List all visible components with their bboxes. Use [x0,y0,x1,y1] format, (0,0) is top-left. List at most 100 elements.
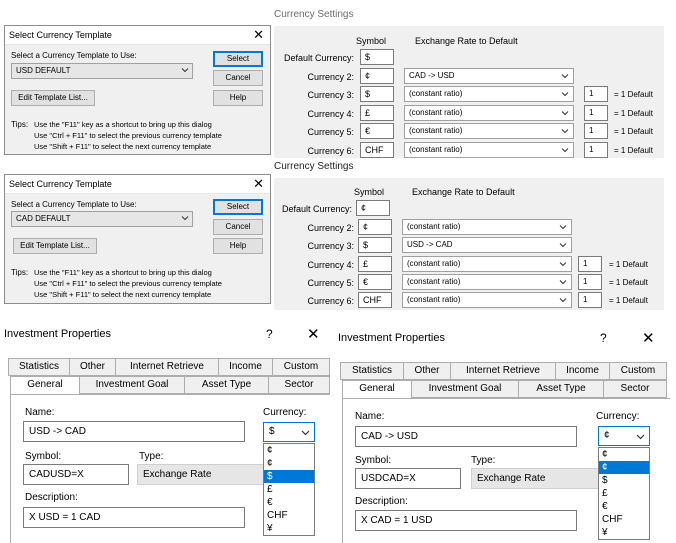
close-icon[interactable]: ✕ [253,176,264,192]
currency-select[interactable]: $ [263,422,315,442]
currency-symbol-input[interactable]: £ [360,105,394,121]
exchange-rate-select[interactable]: (constant ratio) [402,274,572,290]
tab-general[interactable]: General [10,376,80,395]
close-icon[interactable]: ✕ [253,27,264,43]
name-input[interactable]: USD -> CAD [23,421,245,442]
tab-custom[interactable]: Custom [609,362,667,380]
tab-statistics[interactable]: Statistics [8,358,70,376]
currency-option[interactable]: ¢ [264,444,314,457]
help-icon[interactable]: ? [266,327,273,341]
default-symbol-input[interactable]: ¢ [356,200,390,216]
symbol-header: Symbol [354,187,385,197]
select-button[interactable]: Select [213,51,263,67]
close-icon[interactable]: ✕ [642,329,655,347]
cancel-button[interactable]: Cancel [213,219,263,235]
description-input[interactable]: X CAD = 1 USD [355,510,577,531]
currency-option[interactable]: ¢ [264,457,314,470]
exchange-rate-select[interactable]: (constant ratio) [404,105,574,121]
currency-option[interactable]: ¢ [599,448,649,461]
default-symbol-input[interactable]: $ [360,49,394,65]
close-icon[interactable]: ✕ [307,325,320,343]
currency-option[interactable]: € [264,496,314,509]
currency-symbol-input[interactable]: € [360,123,394,139]
edit-template-list-button[interactable]: Edit Template List... [13,238,97,254]
currency-symbol-input[interactable]: $ [360,86,394,102]
template-select[interactable]: USD DEFAULT [11,63,193,79]
currency-symbol-input[interactable]: € [358,274,392,290]
ratio-input[interactable]: 1 [584,142,608,158]
tab-asset-type[interactable]: Asset Type [518,380,604,398]
template-select[interactable]: CAD DEFAULT [11,211,193,227]
currency-option-selected[interactable]: $ [264,470,314,483]
ratio-input[interactable]: 1 [578,292,602,308]
exchange-rate-select[interactable]: (constant ratio) [402,256,572,272]
help-button[interactable]: Help [213,90,263,106]
symbol-input[interactable]: CADUSD=X [23,464,129,485]
currency-option[interactable]: $ [599,474,649,487]
ratio-suffix: = 1 Default [614,146,653,155]
tab-other[interactable]: Other [69,358,116,376]
currency-row-label: Currency 3: [307,90,354,100]
description-input[interactable]: X USD = 1 CAD [23,507,245,528]
currency-symbol-input[interactable]: £ [358,256,392,272]
ratio-input[interactable]: 1 [584,86,608,102]
exchange-rate-select[interactable]: (constant ratio) [404,123,574,139]
tip-line: Use "Shift + F11" to select the next cur… [34,290,212,299]
currency-symbol-input[interactable]: ¢ [360,68,394,84]
select-button[interactable]: Select [213,199,263,215]
currency-option[interactable]: £ [264,483,314,496]
tab-investment-goal[interactable]: Investment Goal [411,380,519,398]
cancel-button[interactable]: Cancel [213,70,263,86]
tab-sector[interactable]: Sector [268,376,330,394]
exchange-rate-select[interactable]: CAD -> USD [404,68,574,84]
type-select[interactable]: Exchange Rate [137,464,267,485]
help-button[interactable]: Help [213,238,263,254]
currency-option[interactable]: ¥ [599,526,649,539]
currency-option[interactable]: ¥ [264,522,314,535]
tab-income[interactable]: Income [555,362,610,380]
tab-internet-retrieve[interactable]: Internet Retrieve [115,358,219,376]
name-input[interactable]: CAD -> USD [355,426,577,447]
currency-option-selected[interactable]: ¢ [599,461,649,474]
ratio-suffix: = 1 Default [614,90,653,99]
edit-template-list-button[interactable]: Edit Template List... [11,90,95,106]
exchange-rate-select[interactable]: USD -> CAD [402,237,572,253]
symbol-input[interactable]: USDCAD=X [355,468,461,489]
tab-investment-goal[interactable]: Investment Goal [79,376,185,394]
tab-sector[interactable]: Sector [603,380,667,398]
currency-symbol-input[interactable]: CHF [358,292,392,308]
currency-option[interactable]: CHF [599,513,649,526]
currency-option[interactable]: CHF [264,509,314,522]
ratio-input[interactable]: 1 [578,274,602,290]
exchange-rate-select[interactable]: (constant ratio) [402,219,572,235]
exchange-rate-select[interactable]: (constant ratio) [404,142,574,158]
ratio-input[interactable]: 1 [584,123,608,139]
tab-other[interactable]: Other [403,362,451,380]
currency-row-label: Currency 2: [307,223,354,233]
currency-symbol-input[interactable]: ¢ [358,219,392,235]
chevron-down-icon [559,225,567,230]
tab-internet-retrieve[interactable]: Internet Retrieve [450,362,556,380]
currency-option[interactable]: € [599,500,649,513]
exchange-rate-value: (constant ratio) [407,295,461,304]
tip-line: Use "Ctrl + F11" to select the previous … [34,279,222,288]
currency-option[interactable]: £ [599,487,649,500]
chevron-down-icon [561,129,569,134]
currency-symbol-input[interactable]: CHF [360,142,394,158]
tab-general[interactable]: General [342,380,412,399]
description-label: Description: [25,492,78,503]
name-label: Name: [25,407,55,418]
tab-income[interactable]: Income [218,358,273,376]
tab-statistics[interactable]: Statistics [340,362,404,380]
type-select[interactable]: Exchange Rate [471,468,601,489]
currency-symbol-input[interactable]: $ [358,237,392,253]
ratio-input[interactable]: 1 [584,105,608,121]
currency-select[interactable]: ¢ [598,426,650,446]
exchange-rate-select[interactable]: (constant ratio) [402,292,572,308]
tab-asset-type[interactable]: Asset Type [184,376,269,394]
tip-line: Use the "F11" key as a shortcut to bring… [34,268,212,277]
help-icon[interactable]: ? [600,331,607,345]
ratio-input[interactable]: 1 [578,256,602,272]
tab-custom[interactable]: Custom [272,358,330,376]
exchange-rate-select[interactable]: (constant ratio) [404,86,574,102]
